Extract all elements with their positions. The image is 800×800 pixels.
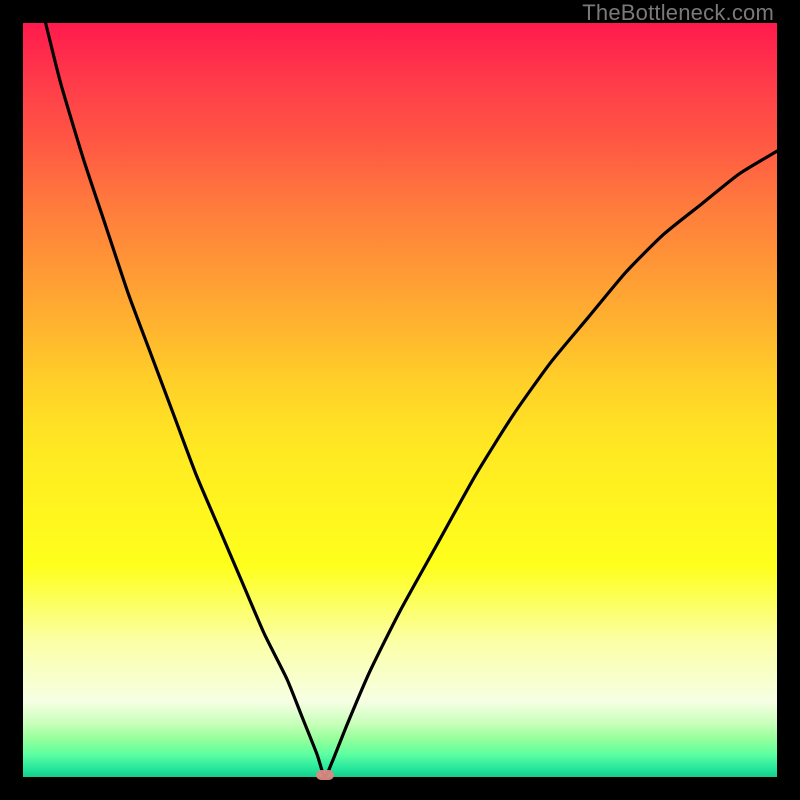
bottleneck-curve [23, 23, 777, 777]
minimum-marker [316, 770, 334, 780]
chart-area [23, 23, 777, 777]
